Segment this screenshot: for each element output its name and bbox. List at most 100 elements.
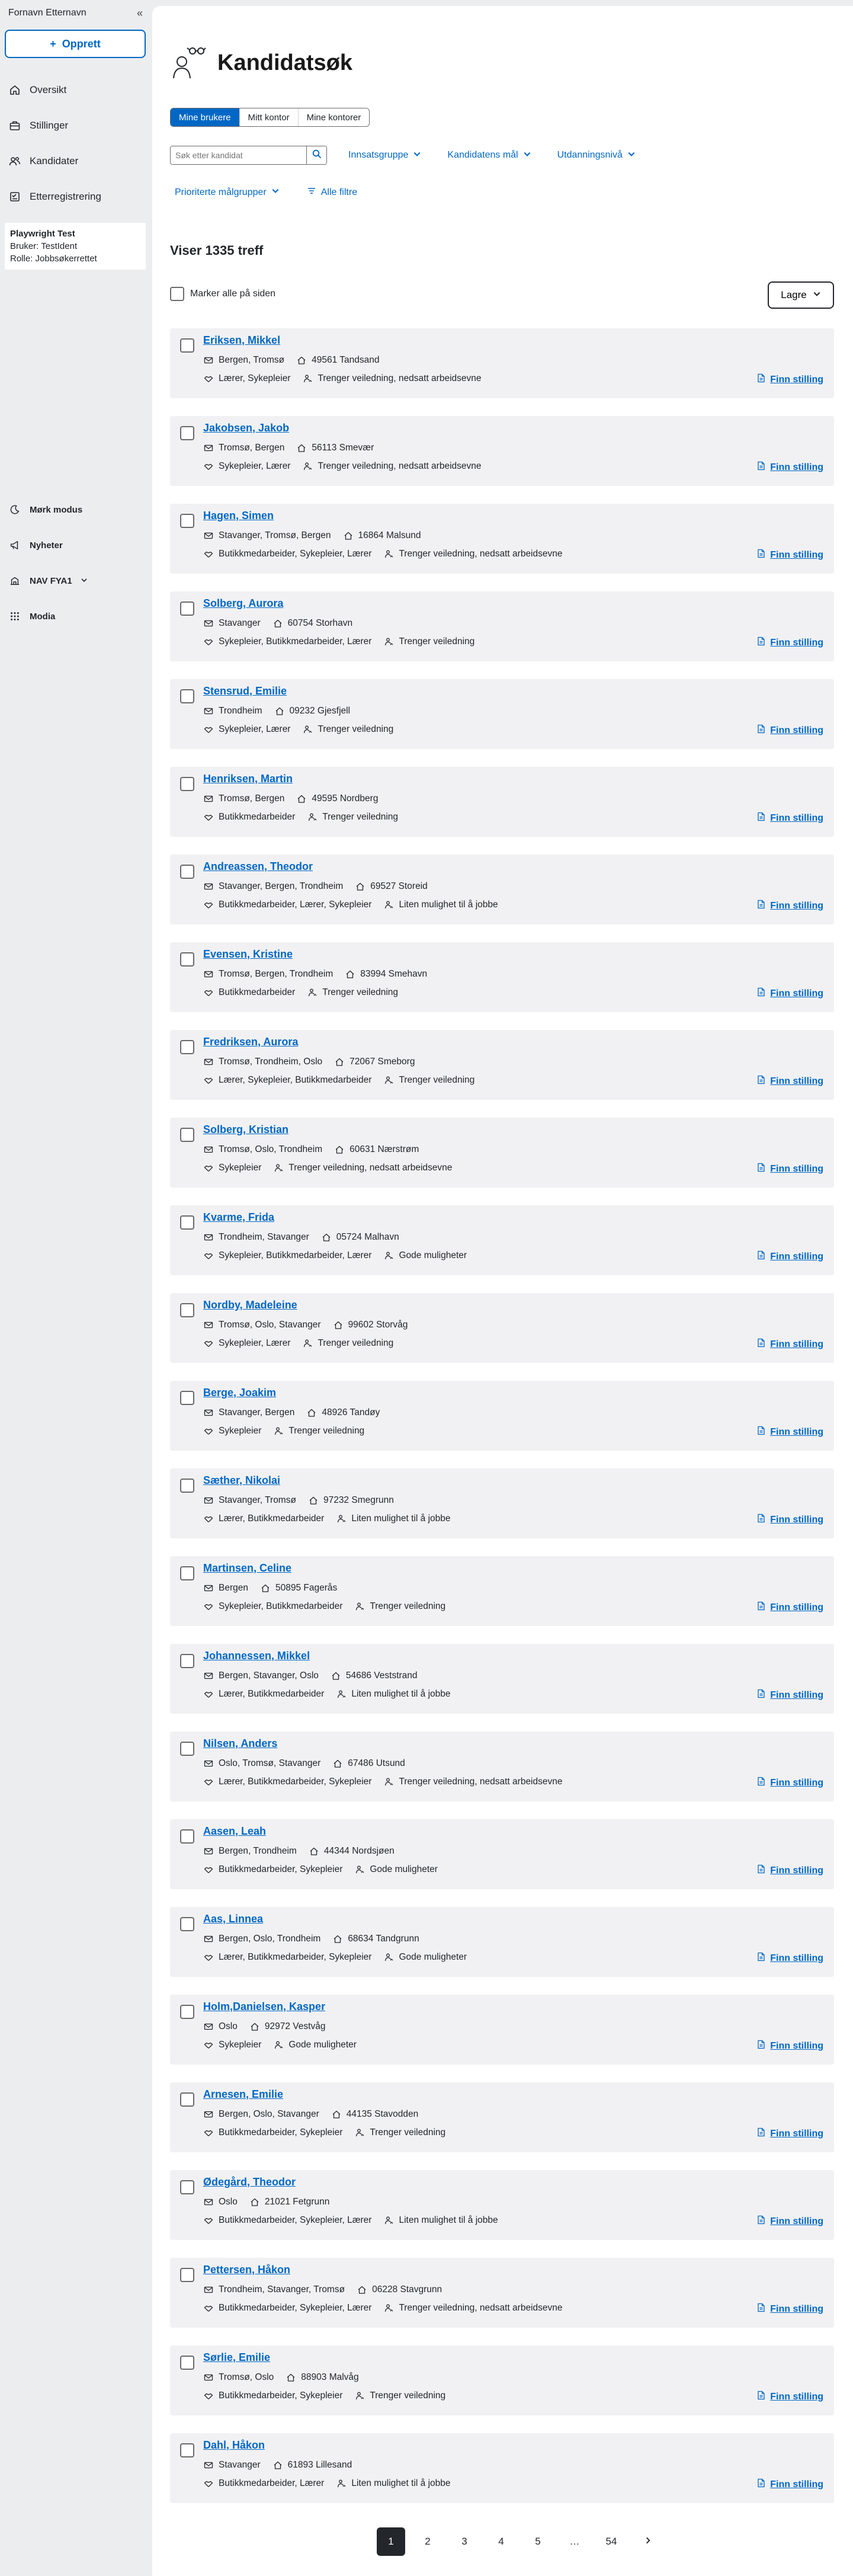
finn-stilling-link[interactable]: Finn stilling — [757, 2391, 823, 2403]
page-button[interactable]: 2 — [413, 2527, 442, 2556]
finn-stilling-link[interactable]: Finn stilling — [757, 1777, 823, 1789]
next-page-button[interactable] — [634, 2527, 662, 2556]
candidate-name-link[interactable]: Eriksen, Mikkel — [203, 334, 280, 347]
candidate-name-link[interactable]: Ødegård, Theodor — [203, 2176, 296, 2188]
candidate-checkbox[interactable] — [180, 865, 194, 879]
candidate-name-link[interactable]: Solberg, Aurora — [203, 597, 283, 610]
finn-stilling-link[interactable]: Finn stilling — [757, 1864, 823, 1877]
finn-stilling-link[interactable]: Finn stilling — [757, 1338, 823, 1351]
filter-kandidatens-mal[interactable]: Kandidatens mål — [442, 150, 535, 161]
candidate-name-link[interactable]: Johannessen, Mikkel — [203, 1650, 310, 1662]
finn-stilling-link[interactable]: Finn stilling — [757, 1601, 823, 1614]
search-button[interactable] — [306, 146, 326, 164]
sidebar-item-kandidater[interactable]: Kandidater — [8, 143, 145, 179]
tab-mitt-kontor[interactable]: Mitt kontor — [239, 108, 299, 126]
candidate-checkbox[interactable] — [180, 426, 194, 440]
candidate-checkbox[interactable] — [180, 1566, 194, 1580]
finn-stilling-link[interactable]: Finn stilling — [757, 900, 823, 912]
finn-stilling-link[interactable]: Finn stilling — [757, 987, 823, 1000]
modia-link[interactable]: Modia — [8, 599, 145, 634]
sidebar-item-etterregistrering[interactable]: Etterregistrering — [8, 179, 145, 215]
candidate-name-link[interactable]: Hagen, Simen — [203, 510, 274, 522]
tab-mine-brukere[interactable]: Mine brukere — [171, 108, 240, 126]
candidate-name-link[interactable]: Evensen, Kristine — [203, 948, 293, 961]
candidate-name-link[interactable]: Solberg, Kristian — [203, 1124, 288, 1136]
candidate-name-link[interactable]: Holm,Danielsen, Kasper — [203, 2001, 325, 2013]
finn-stilling-link[interactable]: Finn stilling — [757, 1075, 823, 1087]
candidate-name-link[interactable]: Berge, Joakim — [203, 1387, 276, 1399]
candidate-name-link[interactable]: Aas, Linnea — [203, 1913, 263, 1925]
page-button[interactable]: 5 — [524, 2527, 552, 2556]
page-button[interactable]: 54 — [597, 2527, 626, 2556]
candidate-checkbox[interactable] — [180, 1040, 194, 1054]
finn-stilling-link[interactable]: Finn stilling — [757, 1426, 823, 1438]
finn-stilling-link[interactable]: Finn stilling — [757, 549, 823, 561]
candidate-checkbox[interactable] — [180, 689, 194, 703]
finn-stilling-link[interactable]: Finn stilling — [757, 1513, 823, 1526]
finn-stilling-link[interactable]: Finn stilling — [757, 2127, 823, 2140]
candidate-checkbox[interactable] — [180, 338, 194, 353]
search-input[interactable] — [171, 146, 306, 164]
sidebar-item-oversikt[interactable]: Oversikt — [8, 72, 145, 108]
candidate-checkbox[interactable] — [180, 1829, 194, 1844]
finn-stilling-link[interactable]: Finn stilling — [757, 461, 823, 473]
candidate-name-link[interactable]: Arnesen, Emilie — [203, 2088, 283, 2101]
candidate-checkbox[interactable] — [180, 1215, 194, 1230]
candidate-checkbox[interactable] — [180, 514, 194, 528]
page-button[interactable]: 4 — [487, 2527, 515, 2556]
candidate-checkbox[interactable] — [180, 2180, 194, 2194]
filter-prioriterte-malgrupper[interactable]: Prioriterte målgrupper — [170, 187, 284, 198]
candidate-checkbox[interactable] — [180, 952, 194, 967]
candidate-name-link[interactable]: Kvarme, Frida — [203, 1211, 274, 1224]
finn-stilling-link[interactable]: Finn stilling — [757, 2478, 823, 2491]
candidate-name-link[interactable]: Nordby, Madeleine — [203, 1299, 297, 1311]
candidate-name-link[interactable]: Martinsen, Celine — [203, 1562, 291, 1575]
candidate-name-link[interactable]: Pettersen, Håkon — [203, 2264, 290, 2276]
tab-mine-kontorer[interactable]: Mine kontorer — [298, 108, 370, 126]
page-button-current[interactable]: 1 — [377, 2527, 405, 2556]
candidate-checkbox[interactable] — [180, 2005, 194, 2019]
save-button[interactable]: Lagre — [768, 281, 834, 309]
candidate-name-link[interactable]: Stensrud, Emilie — [203, 685, 287, 697]
filter-innsatsgruppe[interactable]: Innsatsgruppe — [344, 150, 426, 161]
candidate-name-link[interactable]: Sæther, Nikolai — [203, 1474, 280, 1487]
all-filters-button[interactable]: Alle filtre — [302, 186, 362, 199]
candidate-name-link[interactable]: Dahl, Håkon — [203, 2439, 265, 2452]
finn-stilling-link[interactable]: Finn stilling — [757, 2215, 823, 2228]
candidate-checkbox[interactable] — [180, 1128, 194, 1142]
select-all-checkbox[interactable] — [170, 287, 184, 301]
candidate-name-link[interactable]: Sørlie, Emilie — [203, 2351, 270, 2364]
news-link[interactable]: Nyheter — [8, 527, 145, 563]
dark-mode-toggle[interactable]: Mørk modus — [8, 492, 145, 527]
candidate-name-link[interactable]: Andreassen, Theodor — [203, 860, 313, 873]
candidate-name-link[interactable]: Jakobsen, Jakob — [203, 422, 289, 434]
sidebar-item-stillinger[interactable]: Stillinger — [8, 108, 145, 143]
finn-stilling-link[interactable]: Finn stilling — [757, 724, 823, 737]
candidate-checkbox[interactable] — [180, 1303, 194, 1317]
candidate-checkbox[interactable] — [180, 777, 194, 791]
candidate-name-link[interactable]: Nilsen, Anders — [203, 1737, 277, 1750]
candidate-name-link[interactable]: Henriksen, Martin — [203, 773, 293, 785]
collapse-sidebar-icon[interactable]: « — [137, 7, 143, 20]
finn-stilling-link[interactable]: Finn stilling — [757, 373, 823, 386]
candidate-checkbox[interactable] — [180, 1742, 194, 1756]
filter-utdanningsniva[interactable]: Utdanningsnivå — [553, 150, 640, 161]
finn-stilling-link[interactable]: Finn stilling — [757, 2303, 823, 2315]
finn-stilling-link[interactable]: Finn stilling — [757, 1689, 823, 1701]
finn-stilling-link[interactable]: Finn stilling — [757, 812, 823, 824]
candidate-checkbox[interactable] — [180, 1654, 194, 1668]
page-button[interactable]: 3 — [450, 2527, 479, 2556]
candidate-checkbox[interactable] — [180, 2268, 194, 2282]
finn-stilling-link[interactable]: Finn stilling — [757, 1250, 823, 1263]
finn-stilling-link[interactable]: Finn stilling — [757, 1163, 823, 1175]
create-button[interactable]: + Opprett — [5, 30, 146, 58]
candidate-checkbox[interactable] — [180, 1479, 194, 1493]
candidate-checkbox[interactable] — [180, 1391, 194, 1405]
candidate-checkbox[interactable] — [180, 2356, 194, 2370]
finn-stilling-link[interactable]: Finn stilling — [757, 1952, 823, 1964]
candidate-checkbox[interactable] — [180, 2443, 194, 2457]
candidate-checkbox[interactable] — [180, 1917, 194, 1931]
candidate-name-link[interactable]: Fredriksen, Aurora — [203, 1036, 298, 1048]
candidate-checkbox[interactable] — [180, 2092, 194, 2107]
office-selector[interactable]: NAV FYA1 — [8, 563, 145, 599]
